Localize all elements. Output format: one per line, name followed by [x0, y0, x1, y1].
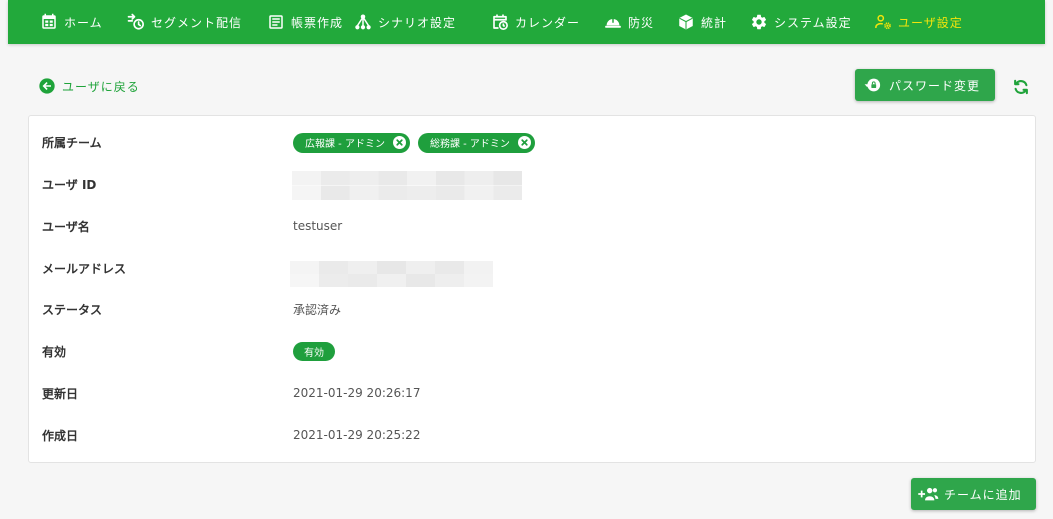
- detail-row-enabled: 有効 有効: [29, 331, 1035, 373]
- nav-item-disaster-prevention[interactable]: 防災: [604, 0, 654, 44]
- sitemap-icon: [354, 13, 372, 31]
- back-link-label: ユーザに戻る: [62, 79, 140, 94]
- add-to-team-button[interactable]: チームに追加: [911, 478, 1036, 510]
- status-label: ステータス: [42, 303, 103, 318]
- nav-item-form-creation[interactable]: 帳票作成: [267, 0, 343, 44]
- nav-item-user-settings[interactable]: ユーザ設定: [874, 0, 963, 44]
- username-label: ユーザ名: [42, 219, 90, 234]
- redacted-email: [290, 261, 493, 288]
- change-password-label: パスワード変更: [889, 78, 981, 93]
- add-to-team-label: チームに追加: [944, 487, 1022, 502]
- nav-item-statistics[interactable]: 統計: [677, 0, 727, 44]
- detail-row-created-at: 作成日 2021-01-29 20:25:22: [29, 414, 1035, 456]
- email-value: [290, 255, 493, 288]
- nav-item-label: シナリオ設定: [378, 15, 457, 30]
- lock-reset-icon: [864, 76, 882, 94]
- user-id-label: ユーザ ID: [42, 178, 97, 193]
- redacted-user-id: [292, 171, 522, 201]
- team-label: 所属チーム: [42, 136, 102, 151]
- app-root: ホーム セグメント配信 帳票作成 シナリオ設定 カレンダー 防災 統計 システム…: [0, 0, 1053, 519]
- status-value: 承認済み: [293, 303, 342, 318]
- updated-at-value: 2021-01-29 20:26:17: [293, 386, 421, 401]
- detail-row-user-id: ユーザ ID: [29, 164, 1035, 206]
- enabled-value: 有効: [293, 342, 335, 362]
- created-at-label: 作成日: [42, 428, 79, 443]
- nav-item-segment-delivery[interactable]: セグメント配信: [127, 0, 242, 44]
- nav-item-home[interactable]: ホーム: [40, 0, 103, 44]
- nav-item-label: 帳票作成: [291, 15, 344, 30]
- nav-item-label: カレンダー: [515, 15, 581, 30]
- team-chips: 広報課 - アドミン 総務課 - アドミン: [293, 132, 543, 153]
- refresh-icon[interactable]: [1012, 78, 1030, 96]
- nav-item-calendar[interactable]: カレンダー: [491, 0, 580, 44]
- top-nav: ホーム セグメント配信 帳票作成 シナリオ設定 カレンダー 防災 統計 システム…: [8, 0, 1045, 44]
- nav-item-label: セグメント配信: [151, 15, 243, 30]
- change-password-button[interactable]: パスワード変更: [855, 69, 995, 101]
- helmet-icon: [604, 13, 622, 31]
- close-circle-icon[interactable]: [517, 136, 531, 150]
- detail-row-team: 所属チーム 広報課 - アドミン 総務課 - アドミン: [29, 122, 1035, 164]
- user-detail-card: 所属チーム 広報課 - アドミン 総務課 - アドミン ユーザ ID ユーザ名 …: [28, 115, 1036, 463]
- nav-item-label: システム設定: [774, 15, 852, 30]
- detail-row-status: ステータス 承認済み: [29, 289, 1035, 331]
- nav-item-label: ユーザ設定: [898, 15, 963, 30]
- account-multiple-plus-icon: [917, 485, 939, 503]
- email-label: メールアドレス: [42, 261, 127, 276]
- calendar-clock-icon: [491, 13, 509, 31]
- detail-row-username: ユーザ名 testuser: [29, 206, 1035, 248]
- enabled-label: 有効: [42, 345, 67, 360]
- created-at-value: 2021-01-29 20:25:22: [293, 428, 421, 443]
- user-cog-icon: [874, 13, 892, 31]
- send-clock-icon: [127, 13, 145, 31]
- nav-item-label: 統計: [701, 15, 728, 30]
- detail-row-updated-at: 更新日 2021-01-29 20:26:17: [29, 373, 1035, 415]
- detail-row-email: メールアドレス: [29, 247, 1035, 289]
- team-chip-label: 総務課 - アドミン: [429, 139, 510, 151]
- nav-item-scenario-settings[interactable]: シナリオ設定: [354, 0, 456, 44]
- team-chip-label: 広報課 - アドミン: [305, 139, 385, 151]
- nav-item-system-settings[interactable]: システム設定: [750, 0, 852, 44]
- username-value: testuser: [293, 219, 343, 234]
- nav-item-label: ホーム: [64, 15, 103, 30]
- gear-icon: [750, 13, 768, 31]
- back-to-users-link[interactable]: ユーザに戻る: [39, 77, 140, 95]
- nav-item-label: 防災: [628, 15, 655, 30]
- close-circle-icon[interactable]: [392, 136, 406, 150]
- form-icon: [267, 13, 285, 31]
- cube-icon: [677, 13, 695, 31]
- arrow-left-circle-icon: [39, 78, 55, 94]
- team-chip: 広報課 - アドミン: [293, 132, 410, 153]
- user-id-value: [292, 170, 522, 201]
- enabled-badge: 有効: [293, 342, 335, 362]
- calendar-list-icon: [40, 13, 58, 31]
- team-chip: 総務課 - アドミン: [417, 132, 535, 153]
- updated-at-label: 更新日: [42, 386, 79, 401]
